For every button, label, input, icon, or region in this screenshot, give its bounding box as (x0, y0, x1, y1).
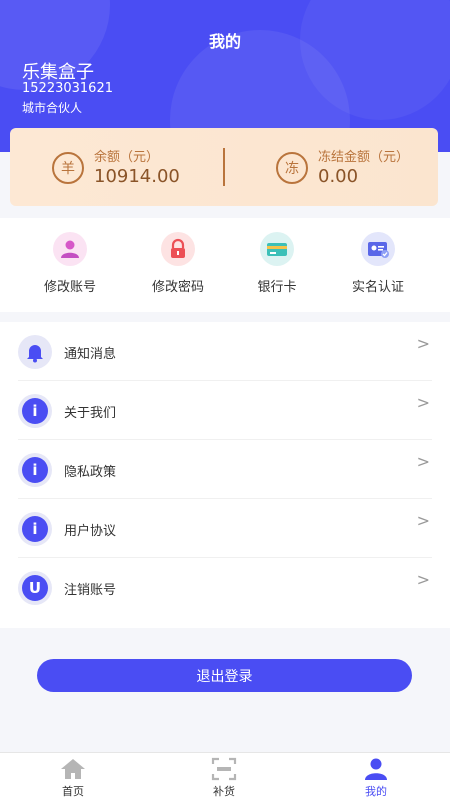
quick-actions: 修改账号 修改密码 银行卡 实名认证 (0, 218, 450, 312)
user-icon (53, 232, 87, 266)
balance-value: 10914.00 (94, 166, 180, 187)
dong-coin-icon: 冻 (276, 152, 308, 184)
yang-coin-icon: 羊 (52, 152, 84, 184)
bell-icon (18, 335, 52, 369)
info-icon: i (18, 394, 52, 428)
frozen-label: 冻结金额（元） (318, 150, 410, 165)
page-title: 我的 (208, 32, 241, 51)
wallet-card: 羊 余额（元） 10914.00 冻 冻结金额（元） 0.00 (10, 128, 438, 206)
user-phone: 15223031621 (22, 81, 113, 96)
info-icon: i (18, 453, 52, 487)
frozen-item[interactable]: 冻 冻结金额（元） 0.00 (224, 128, 424, 206)
bottom-tab-bar: 首页 补货 我的 (0, 752, 450, 800)
chevron-right-icon: > (416, 393, 430, 412)
quick-item-real-name[interactable]: 实名认证 (328, 232, 428, 295)
tab-label: 补货 (213, 785, 235, 798)
id-card-icon (361, 232, 395, 266)
quick-item-bank-card[interactable]: 银行卡 (227, 232, 327, 295)
user-role: 城市合伙人 (22, 101, 83, 115)
tab-mine[interactable]: 我的 (336, 757, 416, 799)
menu-item-label: 关于我们 (64, 406, 117, 421)
power-icon: U (18, 571, 52, 605)
info-icon: i (18, 512, 52, 546)
menu-item-label: 通知消息 (64, 347, 117, 362)
profile-icon (365, 758, 387, 780)
balance-label: 余额（元） (94, 150, 160, 165)
menu-item-notifications[interactable]: 通知消息 > (18, 322, 432, 381)
balance-item[interactable]: 羊 余额（元） 10914.00 (10, 128, 210, 206)
lock-icon (161, 232, 195, 266)
home-icon (61, 759, 85, 779)
quick-item-label: 修改账号 (43, 280, 96, 295)
menu-item-user-agreement[interactable]: i 用户协议 > (18, 499, 432, 558)
logout-button[interactable]: 退出登录 (37, 659, 412, 692)
settings-menu: 通知消息 > i 关于我们 > i 隐私政策 > i 用户协议 > U 注销账号… (0, 322, 450, 628)
tab-label: 首页 (62, 785, 84, 798)
quick-item-label: 银行卡 (257, 280, 297, 295)
quick-item-label: 实名认证 (351, 280, 404, 295)
quick-item-modify-password[interactable]: 修改密码 (128, 232, 228, 295)
tab-label: 我的 (365, 785, 387, 798)
frozen-value: 0.00 (318, 166, 359, 187)
chevron-right-icon: > (416, 452, 430, 471)
menu-item-about-us[interactable]: i 关于我们 > (18, 381, 432, 440)
chevron-right-icon: > (416, 511, 430, 530)
tab-home[interactable]: 首页 (33, 757, 113, 799)
menu-item-label: 用户协议 (64, 524, 117, 539)
scan-icon (211, 757, 237, 781)
menu-item-delete-account[interactable]: U 注销账号 > (18, 558, 432, 617)
menu-item-label: 注销账号 (64, 583, 117, 598)
quick-item-modify-account[interactable]: 修改账号 (20, 232, 120, 295)
menu-item-label: 隐私政策 (64, 465, 117, 480)
chevron-right-icon: > (416, 334, 430, 353)
bank-card-icon (260, 232, 294, 266)
quick-item-label: 修改密码 (151, 280, 204, 295)
menu-item-privacy-policy[interactable]: i 隐私政策 > (18, 440, 432, 499)
chevron-right-icon: > (416, 570, 430, 589)
tab-restock[interactable]: 补货 (184, 757, 264, 799)
